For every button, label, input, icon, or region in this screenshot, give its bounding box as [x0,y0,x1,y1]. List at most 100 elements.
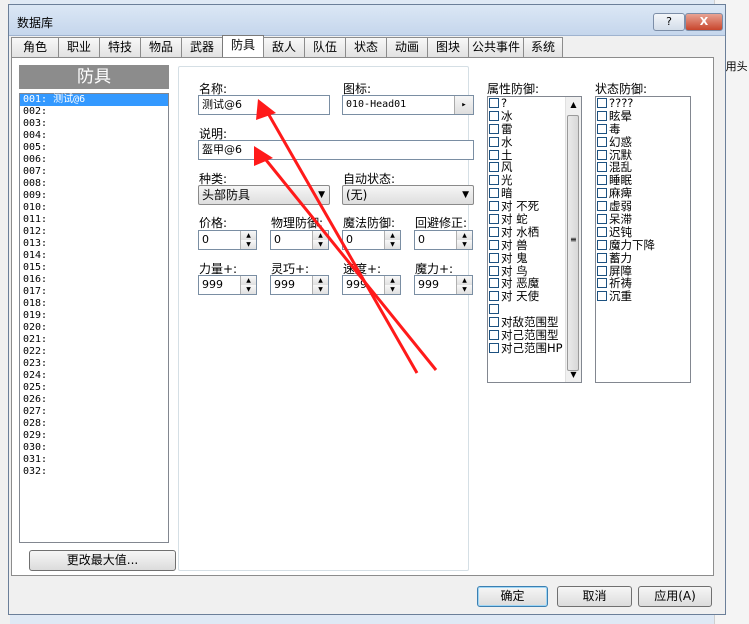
spin-down-icon[interactable]: ▼ [240,240,256,249]
checkbox[interactable] [489,265,499,276]
list-item[interactable]: 003: [20,118,168,130]
checkbox[interactable] [597,278,607,289]
checkbox[interactable] [597,110,607,121]
element-defense-list[interactable]: ? 冰雷水土风光暗对 不死对 蛇对 水栖对 兽对 鬼对 鸟对 恶魔对 天使 对敌范围… [487,96,582,383]
dex-spinner[interactable]: 999 ▲ ▼ [270,275,329,295]
spin-down-icon[interactable]: ▼ [312,240,328,249]
icon-browse-button[interactable]: ▸ [454,96,473,114]
scroll-down-icon[interactable]: ▼ [566,367,581,382]
list-item[interactable]: 019: [20,310,168,322]
checkbox[interactable] [597,291,607,302]
icon-picker[interactable]: 010-Head01 ▸ [342,95,474,115]
checkbox[interactable] [489,162,499,173]
list-item[interactable]: 021: [20,334,168,346]
name-input[interactable]: 测试@6 [198,95,330,115]
checkbox[interactable] [489,291,499,302]
spin-down-icon[interactable]: ▼ [384,285,400,294]
checkbox[interactable] [489,252,499,263]
checkbox-row[interactable]: 沉重 [596,290,690,303]
pdef-spinner[interactable]: 0 ▲ ▼ [270,230,329,250]
checkbox[interactable] [489,188,499,199]
spin-down-icon[interactable]: ▼ [312,285,328,294]
list-item[interactable]: 005: [20,142,168,154]
tab-8[interactable]: 队伍 [304,37,346,57]
checkbox[interactable] [597,149,607,160]
checkbox[interactable] [597,98,607,108]
eva-spinner[interactable]: 0 ▲ ▼ [414,230,473,250]
price-spinner[interactable]: 0 ▲ ▼ [198,230,257,250]
cancel-button[interactable]: 取消 [557,586,632,607]
checkbox[interactable] [597,265,607,276]
list-item[interactable]: 028: [20,418,168,430]
checkbox[interactable] [489,239,499,250]
mdef-spinner[interactable]: 0 ▲ ▼ [342,230,401,250]
tab-11[interactable]: 图块 [427,37,469,57]
ok-button[interactable]: 确定 [477,586,548,607]
list-item[interactable]: 002: [20,106,168,118]
tab-1[interactable]: 角色 [11,37,59,57]
list-item[interactable]: 022: [20,346,168,358]
kind-select[interactable]: 头部防具 ▼ [198,185,330,205]
element-scrollbar[interactable]: ▲ ≡ ▼ [565,97,581,382]
list-item[interactable]: 026: [20,394,168,406]
list-item[interactable]: 015: [20,262,168,274]
list-item[interactable]: 007: [20,166,168,178]
checkbox[interactable] [597,123,607,134]
checkbox[interactable] [597,162,607,173]
list-item[interactable]: 032: [20,466,168,478]
list-item[interactable]: 020: [20,322,168,334]
tab-10[interactable]: 动画 [386,37,428,57]
description-input[interactable]: 盔甲@6 [198,140,474,160]
list-item[interactable]: 023: [20,358,168,370]
tab-5[interactable]: 武器 [181,37,223,57]
int-spinner[interactable]: 999 ▲ ▼ [414,275,473,295]
checkbox[interactable] [597,239,607,250]
list-item[interactable]: 018: [20,298,168,310]
checkbox[interactable] [489,304,499,315]
checkbox[interactable] [489,175,499,186]
checkbox[interactable] [597,252,607,263]
str-spinner[interactable]: 999 ▲ ▼ [198,275,257,295]
checkbox[interactable] [489,317,499,328]
auto-state-select[interactable]: (无) ▼ [342,185,474,205]
list-item[interactable]: 014: [20,250,168,262]
list-item[interactable]: 025: [20,382,168,394]
checkbox[interactable] [597,175,607,186]
change-max-button[interactable]: 更改最大值... [29,550,176,571]
checkbox[interactable] [489,278,499,289]
checkbox[interactable] [597,226,607,237]
checkbox[interactable] [597,214,607,225]
list-item[interactable]: 008: [20,178,168,190]
tab-3[interactable]: 特技 [99,37,141,57]
scroll-up-icon[interactable]: ▲ [566,97,581,112]
checkbox[interactable] [489,226,499,237]
checkbox[interactable] [489,149,499,160]
tab-6[interactable]: 防具 [222,35,264,57]
close-button[interactable]: X [685,13,723,31]
tab-9[interactable]: 状态 [345,37,387,57]
checkbox[interactable] [489,201,499,212]
checkbox[interactable] [489,136,499,147]
list-item[interactable]: 001: 测试@6 [20,94,168,106]
spin-down-icon[interactable]: ▼ [384,240,400,249]
scroll-thumb[interactable]: ≡ [567,115,579,371]
list-item[interactable]: 011: [20,214,168,226]
list-item[interactable]: 024: [20,370,168,382]
tab-7[interactable]: 敌人 [263,37,305,57]
list-item[interactable]: 016: [20,274,168,286]
list-item[interactable]: 031: [20,454,168,466]
state-defense-list[interactable]: ???? 眩晕毒幻惑 沉默 混乱 睡眠 麻痺 虚弱 呆滞 迟钝 魔力下降 蓄力 屏障 祈祷 沉重 [595,96,691,383]
tab-4[interactable]: 物品 [140,37,182,57]
list-item[interactable]: 030: [20,442,168,454]
checkbox[interactable] [489,98,499,108]
list-item[interactable]: 017: [20,286,168,298]
tab-2[interactable]: 职业 [58,37,100,57]
list-item[interactable]: 029: [20,430,168,442]
spin-down-icon[interactable]: ▼ [456,240,472,249]
checkbox[interactable] [597,201,607,212]
checkbox[interactable] [489,123,499,134]
list-item[interactable]: 006: [20,154,168,166]
list-item[interactable]: 027: [20,406,168,418]
list-item[interactable]: 009: [20,190,168,202]
armor-list[interactable]: 001: 测试@6 002: 003: 004: 005: 006: 007: 008: 009… [19,93,169,543]
